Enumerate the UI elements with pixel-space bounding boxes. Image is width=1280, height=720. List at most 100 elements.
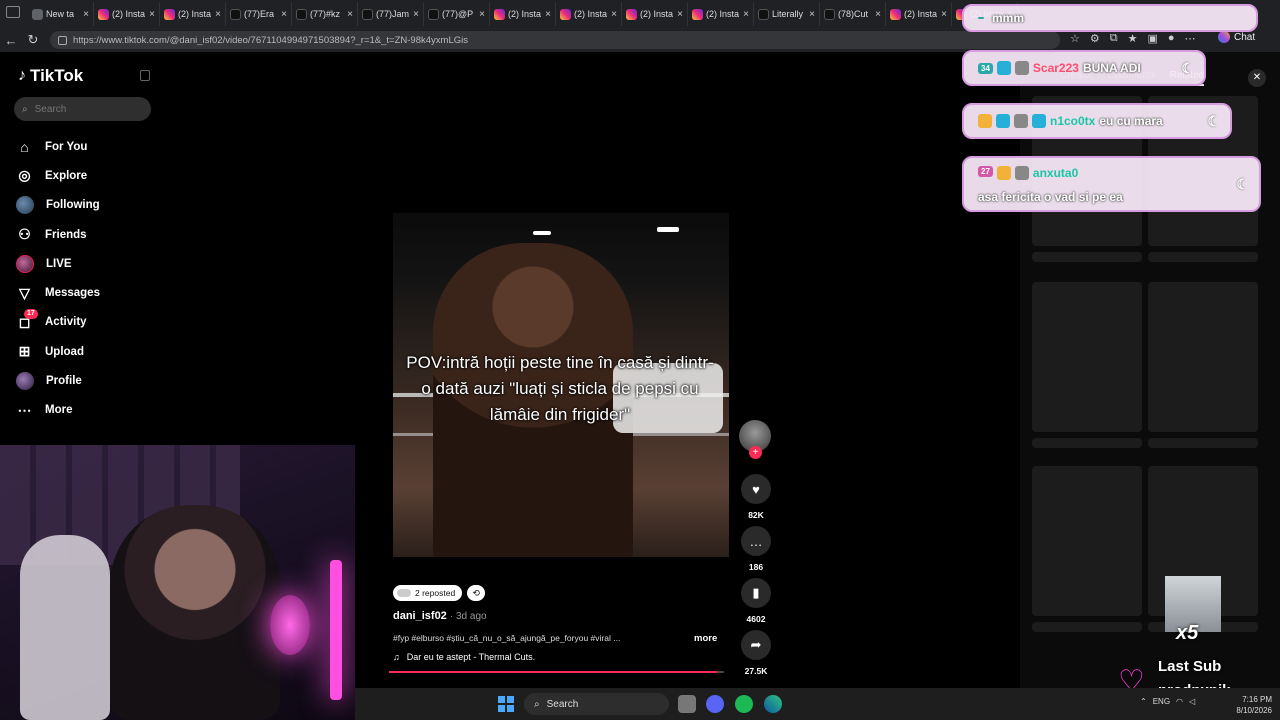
sidebar-item-activity[interactable]: ◻ 17 Activity xyxy=(16,308,156,337)
tab-close-icon[interactable]: × xyxy=(611,9,617,20)
file-explorer-icon[interactable] xyxy=(678,695,696,713)
sidebar-item-friends[interactable]: ⚇ Friends xyxy=(16,220,156,249)
browser-tab[interactable]: (77)#kz × xyxy=(292,2,358,26)
browser-tab[interactable]: (77)Jam × xyxy=(358,2,424,26)
badge-icon xyxy=(1032,114,1046,128)
split-screen-icon[interactable]: ⧉ xyxy=(1110,32,1118,45)
collections-icon[interactable]: ▣ xyxy=(1147,32,1157,45)
language-indicator[interactable]: ENG xyxy=(1153,697,1170,706)
repost-icon[interactable]: ⟲ xyxy=(467,585,486,601)
browser-tab[interactable]: (2) Insta× xyxy=(622,2,688,26)
search-input[interactable] xyxy=(34,103,130,115)
tab-close-icon[interactable]: × xyxy=(743,9,749,20)
site-info-icon[interactable] xyxy=(58,35,67,45)
spotify-icon[interactable] xyxy=(735,695,753,713)
sidebar-item-label: For You xyxy=(45,140,88,153)
comment-button[interactable]: … xyxy=(741,526,771,556)
bookmark-button[interactable]: ▮ xyxy=(741,578,771,608)
tab-close-icon[interactable]: × xyxy=(677,9,683,20)
url-field[interactable]: https://www.tiktok.com/@dani_isf02/video… xyxy=(50,31,1060,49)
tab-close-icon[interactable]: × xyxy=(545,9,551,20)
moon-icon: ☾ xyxy=(1236,176,1249,192)
chevron-up-icon[interactable]: ⌃ xyxy=(1140,697,1147,706)
share-button[interactable]: ➦ xyxy=(741,630,771,660)
follow-plus-icon[interactable]: + xyxy=(749,446,762,459)
music-title: Dar eu te astept - Thermal Cuts. xyxy=(406,652,536,662)
profile-icon[interactable]: ● xyxy=(1168,32,1175,45)
extensions-icon[interactable]: ⚙ xyxy=(1090,32,1100,45)
sidebar-item-following[interactable]: Following xyxy=(16,191,156,220)
tab-close-icon[interactable]: × xyxy=(83,9,89,20)
tab-close-icon[interactable]: × xyxy=(413,9,419,20)
browser-tab[interactable]: (2) Insta× xyxy=(94,2,160,26)
profile-avatar-icon xyxy=(16,372,34,391)
repost-row: 2 reposted ⟲ xyxy=(393,585,486,601)
collapse-sidebar-icon[interactable] xyxy=(140,70,150,81)
browser-tab[interactable]: New ta × xyxy=(28,2,94,26)
tab-close-icon[interactable]: × xyxy=(875,9,881,20)
creator-avatar[interactable]: + xyxy=(739,420,771,459)
more-link[interactable]: more xyxy=(694,633,717,644)
notification-badge: 17 xyxy=(24,308,38,319)
sidebar-nav: ⌂ For You ◎ Explore Following ⚇ Friends LIVE ▽ Me… xyxy=(16,132,156,425)
sidebar-item-live[interactable]: LIVE xyxy=(16,249,156,278)
sidebar-item-more[interactable]: ⋯ More xyxy=(16,396,156,425)
refresh-icon[interactable]: ↻ xyxy=(22,32,44,48)
sidebar-item-profile[interactable]: Profile xyxy=(16,366,156,395)
tab-close-icon[interactable]: × xyxy=(347,9,353,20)
browser-tab[interactable]: (2) Insta× xyxy=(688,2,754,26)
taskbar-clock[interactable]: 7:16 PM 8/10/2026 xyxy=(1228,694,1272,716)
repost-pill[interactable]: 2 reposted xyxy=(393,585,463,601)
like-button[interactable]: ♥ xyxy=(741,474,771,504)
browser-tab[interactable]: (77)@P × xyxy=(424,2,490,26)
music-line[interactable]: ♫ Dar eu te astept - Thermal Cuts. xyxy=(393,652,535,662)
volume-icon[interactable]: ◁ xyxy=(1189,697,1195,706)
video-progress[interactable] xyxy=(389,671,724,673)
related-panel: CreatorCommentsRelated ✕ xyxy=(1020,52,1280,688)
copilot-button[interactable]: Chat xyxy=(1218,31,1255,43)
back-icon[interactable]: ← xyxy=(0,33,22,48)
discord-icon[interactable] xyxy=(706,695,724,713)
browser-tab[interactable]: Literally × xyxy=(754,2,820,26)
browser-tab[interactable]: (78)Cut × xyxy=(820,2,886,26)
crown-icon xyxy=(978,114,992,128)
wifi-icon[interactable]: ◠ xyxy=(1176,697,1183,706)
search-box[interactable]: ⌕ xyxy=(14,97,151,121)
sidebar-item-for-you[interactable]: ⌂ For You xyxy=(16,132,156,161)
tab-favicon-icon xyxy=(32,8,43,20)
browser-tab[interactable]: (2) Insta× xyxy=(886,2,952,26)
tab-close-icon[interactable]: × xyxy=(809,9,815,20)
chat-text: BUNA ADI xyxy=(1082,61,1141,75)
tab-actions-icon[interactable] xyxy=(6,6,20,18)
taskbar-search-label: Search xyxy=(546,698,579,710)
browser-tab[interactable]: (2) Insta× xyxy=(490,2,556,26)
favorites-icon[interactable]: ★ xyxy=(1128,32,1138,45)
clock-time: 7:16 PM xyxy=(1242,695,1272,704)
author-name[interactable]: dani_isf02 xyxy=(393,610,447,622)
windows-start-icon[interactable] xyxy=(498,696,514,712)
tab-close-icon[interactable]: × xyxy=(149,9,155,20)
tab-close-icon[interactable]: × xyxy=(215,9,221,20)
edge-icon[interactable] xyxy=(764,695,782,713)
tab-close-icon[interactable]: × xyxy=(941,9,947,20)
tab-close-icon[interactable]: × xyxy=(281,9,287,20)
chat-text: eu cu mara xyxy=(1099,114,1163,128)
taskbar-search[interactable]: ⌕ Search xyxy=(524,693,669,715)
tab-favicon-icon xyxy=(560,8,571,20)
tab-label: (77)Jam xyxy=(376,9,410,19)
sidebar-item-label: Messages xyxy=(45,287,100,300)
tab-close-icon[interactable]: × xyxy=(479,9,485,20)
favorite-star-icon[interactable]: ☆ xyxy=(1070,32,1080,45)
browser-tab[interactable]: (2) Insta× xyxy=(160,2,226,26)
menu-dots-icon[interactable]: ⋯ xyxy=(1185,32,1196,45)
close-icon[interactable]: ✕ xyxy=(1248,69,1266,87)
browser-tab[interactable]: (77)Era × xyxy=(226,2,292,26)
sidebar-item-messages[interactable]: ▽ Messages xyxy=(16,278,156,307)
sidebar-item-label: Friends xyxy=(45,228,87,241)
sidebar-item-explore[interactable]: ◎ Explore xyxy=(16,161,156,190)
tiktok-logo[interactable]: ♪ TikTok xyxy=(18,66,83,86)
browser-tab[interactable]: (2) Insta× xyxy=(556,2,622,26)
badge-icon xyxy=(1014,114,1028,128)
hashtags[interactable]: #fyp #elburso #știu_că_nu_o_să_ajungă_pe… xyxy=(393,633,653,643)
sidebar-item-upload[interactable]: ⊞ Upload xyxy=(16,337,156,366)
